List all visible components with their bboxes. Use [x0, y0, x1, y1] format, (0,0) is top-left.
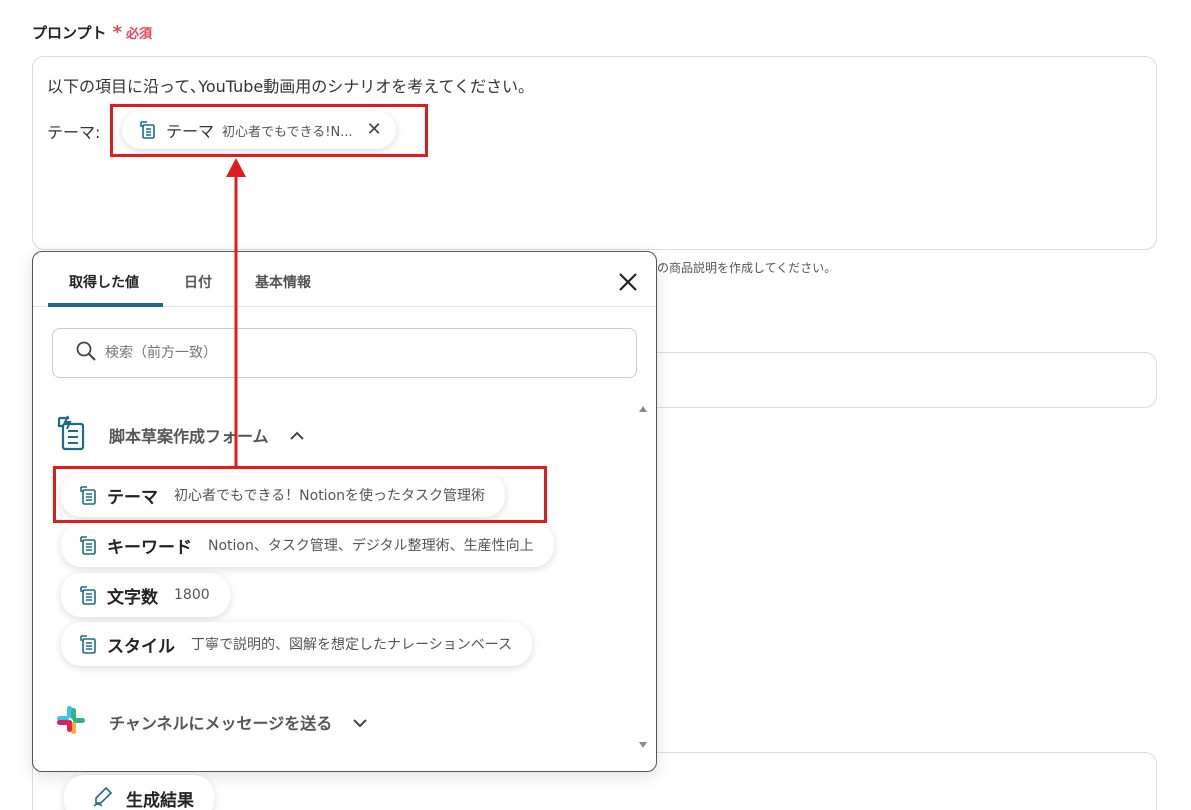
group-title: チャンネルにメッセージを送る — [109, 714, 333, 733]
prompt-field-label: プロンプト * 必須 — [32, 22, 152, 43]
background-input-field[interactable] — [657, 352, 1157, 408]
list-item-theme[interactable]: テーマ 初心者でもできる！Notionを使ったタスク管理術 — [61, 473, 506, 517]
list-item-name: テーマ — [107, 487, 158, 508]
inline-chip-value: 初心者でもできる!N... — [222, 124, 353, 140]
prompt-label-text: プロンプト — [32, 24, 107, 42]
tab-basic-info[interactable]: 基本情報 — [255, 272, 311, 292]
list-item-style[interactable]: スタイル 丁寧で説明的、図解を想定したナレーションベース — [61, 622, 533, 666]
popup-scrollbar[interactable] — [636, 402, 650, 752]
slack-icon — [53, 704, 89, 740]
chevron-down-icon — [352, 713, 368, 732]
search-input[interactable] — [105, 345, 585, 361]
pen-icon — [92, 785, 114, 810]
required-badge: 必須 — [125, 27, 152, 42]
form-doc-icon — [136, 119, 158, 141]
scroll-down-arrow-icon[interactable] — [639, 742, 647, 748]
search-field[interactable] — [52, 328, 637, 378]
list-item-keyword[interactable]: キーワード Notion、タスク管理、デジタル整理術、生産性向上 — [61, 523, 554, 567]
prompt-theme-label: テーマ: — [47, 123, 101, 142]
list-item-name: キーワード — [107, 537, 192, 558]
prompt-textarea[interactable]: 以下の項目に沿って､YouTube動画用のシナリオを考えてください。 テーマ: — [32, 56, 1157, 250]
list-item-name: 文字数 — [107, 587, 158, 608]
group-header-script-form[interactable]: 脚本草案作成フォーム — [53, 414, 305, 456]
form-doc-icon — [77, 484, 99, 506]
form-doc-icon — [77, 534, 99, 556]
close-icon[interactable]: ✕ — [367, 121, 382, 139]
result-chip[interactable]: 生成結果 — [64, 775, 214, 810]
scroll-up-arrow-icon[interactable] — [639, 406, 647, 412]
popup-tab-bar: 取得した値 日付 基本情報 — [33, 252, 656, 307]
group-header-slack-message[interactable]: チャンネルにメッセージを送る — [53, 704, 368, 740]
form-doc-icon — [77, 584, 99, 606]
list-item-value: 初心者でもできる！Notionを使ったタスク管理術 — [174, 488, 486, 504]
inline-variable-chip-theme[interactable]: テーマ 初心者でもできる!N... ✕ — [122, 111, 396, 149]
group-title: 脚本草案作成フォーム — [109, 427, 269, 446]
list-item-char-count[interactable]: 文字数 1800 — [61, 573, 230, 617]
variable-picker-popup: 取得した値 日付 基本情報 検索（前方一致） 脚本草案作成フォーム テーマ 初心… — [32, 251, 657, 772]
inline-chip-name: テーマ — [166, 122, 215, 141]
form-doc-icon — [53, 414, 89, 456]
prompt-line-1: 以下の項目に沿って､YouTube動画用のシナリオを考えてください。 — [47, 77, 534, 96]
close-icon[interactable] — [616, 270, 640, 294]
tab-acquired-values[interactable]: 取得した値 — [69, 272, 139, 292]
list-item-value: Notion、タスク管理、デジタル整理術、生産性向上 — [208, 538, 534, 554]
search-icon — [75, 340, 97, 366]
list-item-value: 丁寧で説明的、図解を想定したナレーションベース — [191, 637, 513, 653]
chevron-up-icon — [289, 426, 305, 445]
result-chip-label: 生成結果 — [126, 790, 194, 810]
tab-date[interactable]: 日付 — [184, 272, 212, 292]
form-doc-icon — [77, 633, 99, 655]
required-asterisk: * — [112, 22, 122, 43]
background-hint-text: の商品説明を作成してください。 — [657, 261, 837, 275]
list-item-name: スタイル — [107, 636, 175, 657]
active-tab-indicator — [48, 303, 163, 307]
list-item-value: 1800 — [174, 587, 210, 603]
